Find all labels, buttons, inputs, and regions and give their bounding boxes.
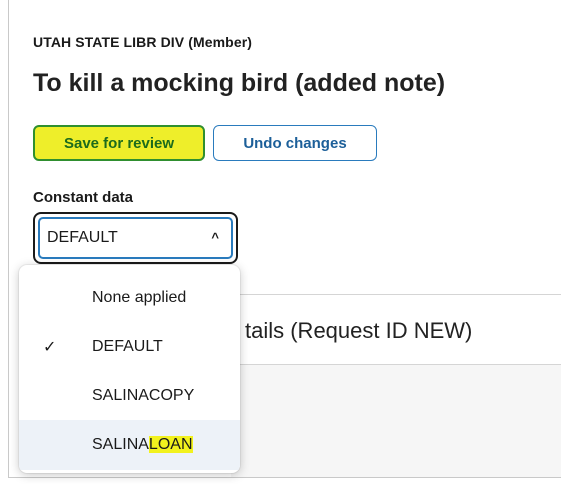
option-label: SALINACOPY [92, 387, 195, 404]
constant-data-label: Constant data [33, 189, 134, 206]
search-highlight: LOAN [148, 436, 193, 453]
constant-data-selected-value: DEFAULT [47, 229, 118, 246]
option-label: DEFAULT [92, 338, 163, 355]
dropdown-option-salinaloan[interactable]: SALINALOAN [19, 420, 240, 470]
dropdown-option-salinacopy[interactable]: SALINACOPY [19, 373, 240, 419]
constant-data-select[interactable]: DEFAULT ^ [33, 212, 238, 264]
chevron-up-icon: ^ [211, 229, 219, 245]
constant-data-select-field[interactable]: DEFAULT ^ [38, 217, 233, 259]
option-label: None applied [92, 289, 187, 306]
panel-divider-top [231, 294, 561, 295]
request-details-heading: tails (Request ID NEW) [245, 318, 473, 343]
constant-data-dropdown-menu: None applied ✓ DEFAULT SALINACOPY SALINA… [19, 265, 240, 473]
organization-label: UTAH STATE LIBR DIV (Member) [33, 34, 253, 50]
option-label-prefix: SALINA [92, 436, 149, 453]
option-label: SALINALOAN [92, 436, 193, 454]
check-icon: ✓ [43, 339, 57, 356]
undo-changes-button[interactable]: Undo changes [213, 125, 377, 161]
page-title: To kill a mocking bird (added note) [33, 69, 446, 97]
save-for-review-button[interactable]: Save for review [33, 125, 205, 161]
panel-body [231, 365, 561, 477]
dropdown-option-none-applied[interactable]: None applied [19, 275, 240, 321]
dropdown-option-default[interactable]: ✓ DEFAULT [19, 324, 240, 370]
